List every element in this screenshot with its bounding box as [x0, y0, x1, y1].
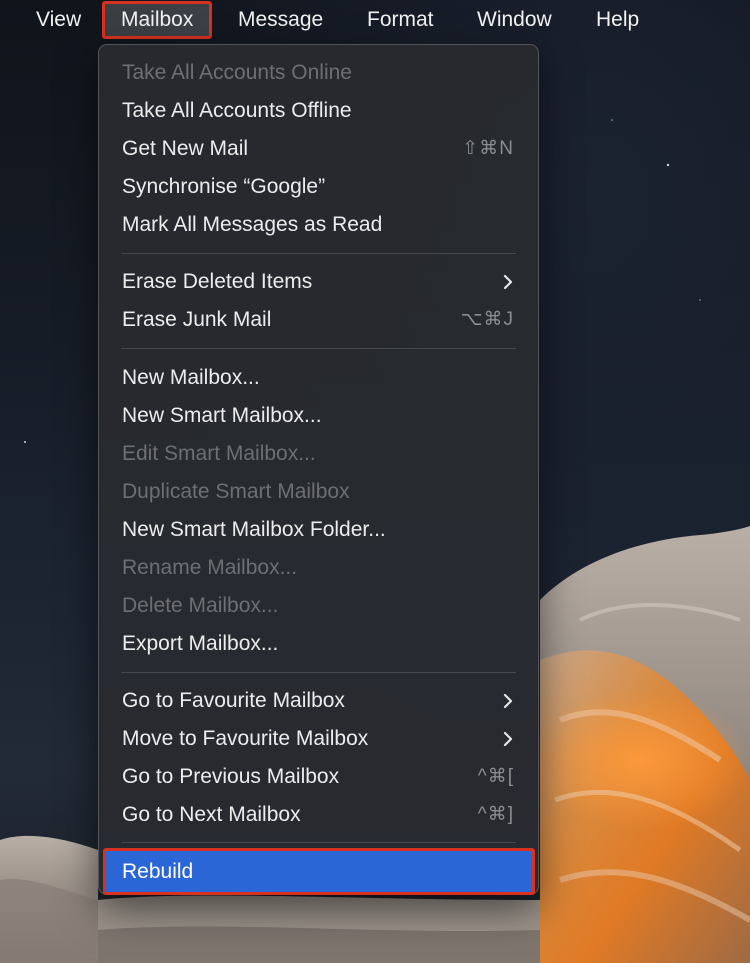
- menubar-format[interactable]: Format: [357, 4, 444, 36]
- menu-item-go-to-next-mailbox[interactable]: Go to Next Mailbox ^⌘]: [109, 796, 528, 834]
- shortcut-label: ^⌘[: [477, 766, 514, 787]
- menu-item-get-new-mail[interactable]: Get New Mail ⇧⌘N: [109, 130, 528, 168]
- chevron-right-icon: [503, 731, 513, 747]
- menu-item-go-to-previous-mailbox[interactable]: Go to Previous Mailbox ^⌘[: [109, 758, 528, 796]
- menu-item-label: New Smart Mailbox Folder...: [122, 518, 386, 541]
- chevron-right-icon: [503, 274, 513, 290]
- menubar-message[interactable]: Message: [228, 4, 333, 36]
- menu-item-label: Erase Junk Mail: [122, 308, 272, 331]
- menu-item-duplicate-smart-mailbox: Duplicate Smart Mailbox: [109, 473, 528, 511]
- menu-separator: [121, 842, 516, 843]
- menu-item-label: Go to Next Mailbox: [122, 803, 301, 826]
- menu-item-export-mailbox[interactable]: Export Mailbox...: [109, 625, 528, 663]
- menu-item-rebuild[interactable]: Rebuild: [103, 848, 535, 895]
- menu-item-new-mailbox[interactable]: New Mailbox...: [109, 359, 528, 397]
- menu-separator: [121, 672, 516, 673]
- menu-item-label: New Smart Mailbox...: [122, 404, 322, 427]
- menu-separator: [121, 348, 516, 349]
- menu-item-label: Export Mailbox...: [122, 632, 279, 655]
- menubar-window[interactable]: Window: [467, 4, 562, 36]
- menu-item-go-to-favourite-mailbox[interactable]: Go to Favourite Mailbox: [109, 682, 528, 720]
- menu-item-label: Take All Accounts Offline: [122, 99, 352, 122]
- menu-item-label: Go to Favourite Mailbox: [122, 689, 345, 712]
- menu-item-synchronise-google[interactable]: Synchronise “Google”: [109, 168, 528, 206]
- menu-item-label: Duplicate Smart Mailbox: [122, 480, 350, 503]
- menubar-mailbox[interactable]: Mailbox: [102, 1, 213, 39]
- menu-item-label: Go to Previous Mailbox: [122, 765, 340, 788]
- menu-item-new-smart-mailbox-folder[interactable]: New Smart Mailbox Folder...: [109, 511, 528, 549]
- menu-item-label: Edit Smart Mailbox...: [122, 442, 316, 465]
- menu-item-label: Rebuild: [122, 860, 194, 883]
- menu-item-label: Delete Mailbox...: [122, 594, 279, 617]
- menu-item-rename-mailbox: Rename Mailbox...: [109, 549, 528, 587]
- menu-bar: View Mailbox Message Format Window Help: [0, 0, 750, 40]
- menu-item-label: Erase Deleted Items: [122, 270, 313, 293]
- menu-separator: [121, 253, 516, 254]
- menu-item-label: Mark All Messages as Read: [122, 213, 383, 236]
- menu-item-new-smart-mailbox[interactable]: New Smart Mailbox...: [109, 397, 528, 435]
- menu-item-take-all-accounts-offline[interactable]: Take All Accounts Offline: [109, 92, 528, 130]
- menu-item-erase-deleted-items[interactable]: Erase Deleted Items: [109, 263, 528, 301]
- menubar-help[interactable]: Help: [586, 4, 649, 36]
- menu-item-move-to-favourite-mailbox[interactable]: Move to Favourite Mailbox: [109, 720, 528, 758]
- shortcut-label: ^⌘]: [477, 804, 514, 825]
- shortcut-label: ⌥⌘J: [460, 309, 514, 330]
- chevron-right-icon: [503, 693, 513, 709]
- menu-item-erase-junk-mail[interactable]: Erase Junk Mail ⌥⌘J: [109, 301, 528, 339]
- menubar-view[interactable]: View: [26, 4, 91, 36]
- menu-item-label: Take All Accounts Online: [122, 61, 352, 84]
- menu-item-edit-smart-mailbox: Edit Smart Mailbox...: [109, 435, 528, 473]
- menu-item-label: Move to Favourite Mailbox: [122, 727, 369, 750]
- menu-item-take-all-accounts-online: Take All Accounts Online: [109, 54, 528, 92]
- menu-item-label: New Mailbox...: [122, 366, 260, 389]
- menu-item-label: Rename Mailbox...: [122, 556, 298, 579]
- menu-item-mark-all-read[interactable]: Mark All Messages as Read: [109, 206, 528, 244]
- menu-item-delete-mailbox: Delete Mailbox...: [109, 587, 528, 625]
- shortcut-label: ⇧⌘N: [462, 138, 514, 159]
- menu-item-label: Get New Mail: [122, 137, 249, 160]
- mailbox-dropdown-menu: Take All Accounts Online Take All Accoun…: [98, 44, 539, 895]
- menu-item-label: Synchronise “Google”: [122, 175, 326, 198]
